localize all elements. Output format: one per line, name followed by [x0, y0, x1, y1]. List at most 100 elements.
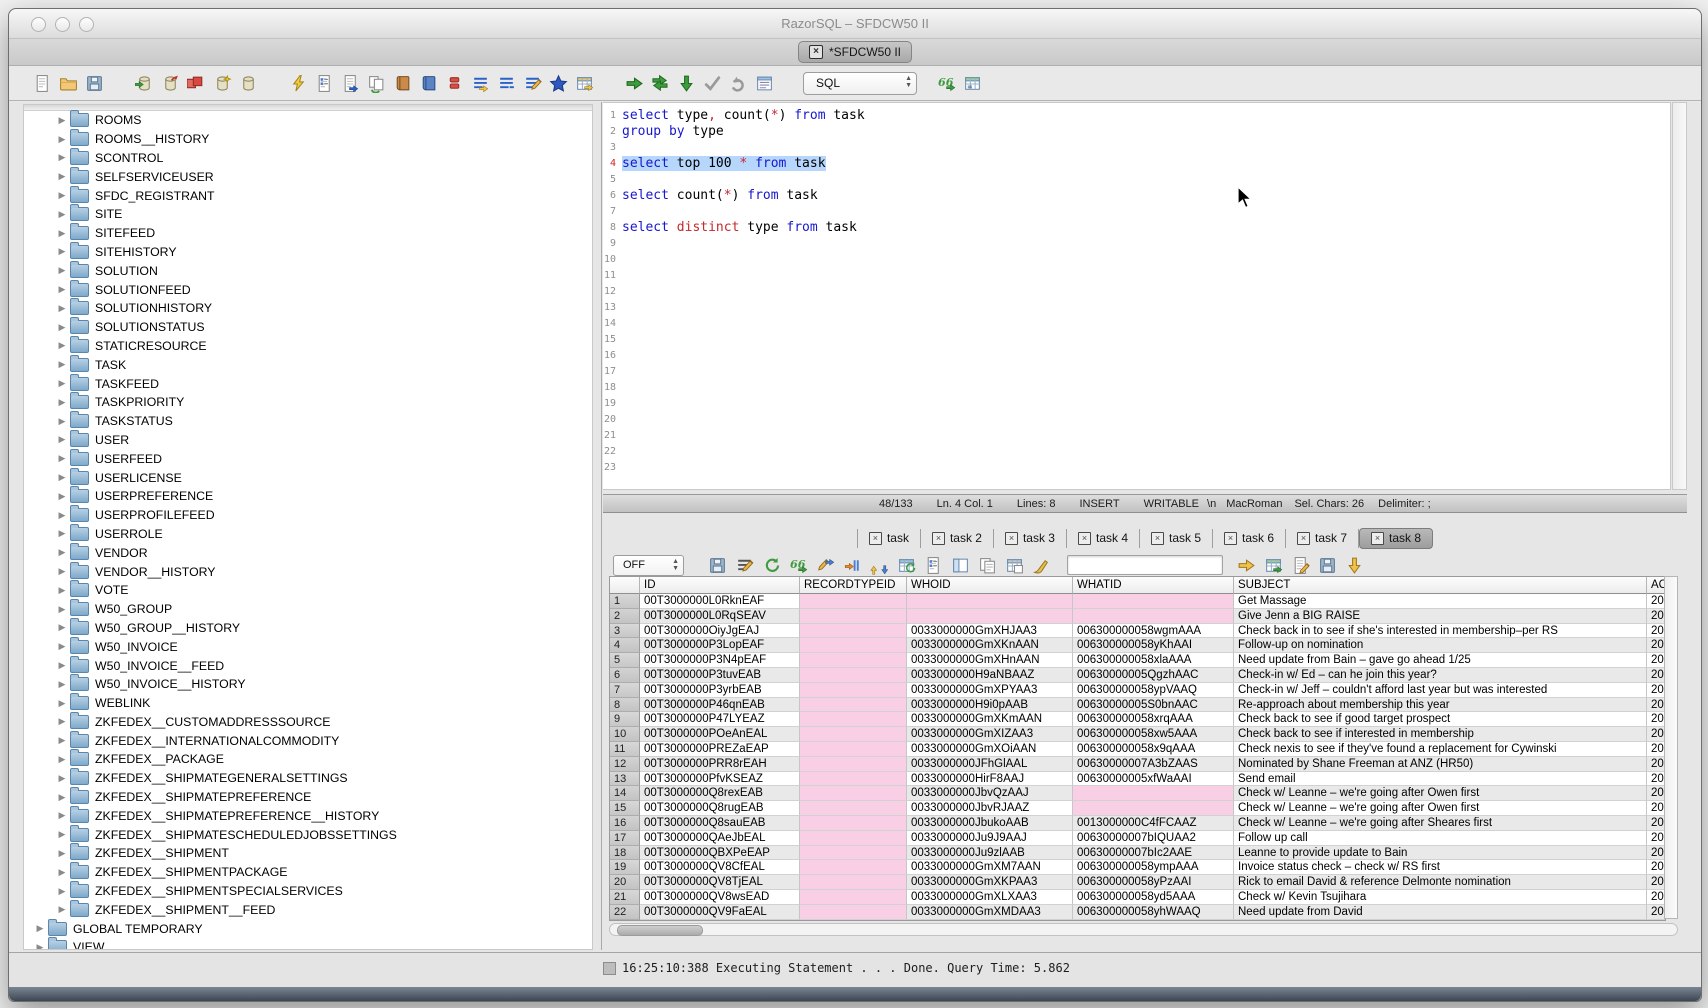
- disclosure-triangle-icon[interactable]: ▶: [54, 679, 70, 690]
- grid-row[interactable]: 900T3000000P47LYEAZ0033000000GmXKmAAN006…: [610, 712, 1665, 727]
- grid-cell[interactable]: 0033000000GmXMDAA3: [907, 905, 1073, 920]
- disclosure-triangle-icon[interactable]: ▶: [54, 378, 70, 389]
- column-list-icon[interactable]: [961, 71, 984, 95]
- grid-cell[interactable]: 00T3000000OiyJgEAJ: [640, 624, 800, 639]
- grid-cell[interactable]: 00T3000000P47LYEAZ: [640, 712, 800, 727]
- tree-item[interactable]: ▶W50_GROUP: [24, 600, 592, 619]
- disclosure-triangle-icon[interactable]: ▶: [54, 510, 70, 521]
- editor-vertical-scrollbar[interactable]: [1672, 102, 1687, 490]
- tree-item[interactable]: ▶GLOBAL TEMPORARY: [24, 919, 592, 938]
- grid-cell[interactable]: Need update from David: [1234, 905, 1647, 920]
- scrollbar-thumb[interactable]: [617, 925, 703, 936]
- tree-item[interactable]: ▶SELFSERVICEUSER: [24, 167, 592, 186]
- result-tab-close-icon[interactable]: ×: [932, 532, 945, 545]
- sql-editor[interactable]: 1select type, count(*) from task2group b…: [603, 102, 1671, 490]
- grid-cell[interactable]: [1073, 801, 1234, 816]
- grid-cell[interactable]: 200: [1647, 831, 1665, 846]
- grid-cell[interactable]: Check w/ Leanne – we're going after Owen…: [1234, 786, 1647, 801]
- editor-line[interactable]: 2group by type: [603, 124, 1670, 140]
- grid-cell[interactable]: 0013000000C4fFCAAZ: [1073, 816, 1234, 831]
- edit-cell-icon[interactable]: [814, 553, 837, 577]
- grid-cell[interactable]: 00630000005S0bnAAC: [1073, 698, 1234, 713]
- grid-cell[interactable]: 00T3000000PREZaEAP: [640, 742, 800, 757]
- grid-row[interactable]: 700T3000000P3yrbEAB0033000000GmXPYAA3006…: [610, 683, 1665, 698]
- grid-cell[interactable]: [800, 890, 907, 905]
- grid-cell[interactable]: Follow-up on nomination: [1234, 638, 1647, 653]
- editor-line[interactable]: 17: [603, 364, 1670, 380]
- result-tab-task[interactable]: ×task: [857, 529, 921, 548]
- result-tab-task-4[interactable]: ×task 4: [1067, 529, 1140, 548]
- favorites-icon[interactable]: [547, 71, 570, 95]
- split-view-icon[interactable]: [949, 553, 972, 577]
- grid-cell[interactable]: 006300000058ypVAAQ: [1073, 683, 1234, 698]
- grid-cell[interactable]: [800, 860, 907, 875]
- tree-item[interactable]: ▶ZKFEDEX__SHIPMENT__FEED: [24, 900, 592, 919]
- open-file-icon[interactable]: [57, 71, 80, 95]
- grid-cell[interactable]: 006300000058yKhAAI: [1073, 638, 1234, 653]
- grid-cell[interactable]: 00T3000000QAeJbEAL: [640, 831, 800, 846]
- tree-item[interactable]: ▶USERPROFILEFEED: [24, 506, 592, 525]
- grid-cell[interactable]: 0033000000Ju9J9AAJ: [907, 831, 1073, 846]
- grid-cell[interactable]: Check w/ Kevin Tsujihara: [1234, 890, 1647, 905]
- grid-cell[interactable]: 00T3000000QV8wsEAD: [640, 890, 800, 905]
- grid-cell[interactable]: 0033000000H9i0pAAB: [907, 698, 1073, 713]
- grid-cell[interactable]: 00630000005QgzhAAC: [1073, 668, 1234, 683]
- grid-cell[interactable]: Invoice status check – check w/ RS first: [1234, 860, 1647, 875]
- grid-cell[interactable]: [800, 653, 907, 668]
- tree-item[interactable]: ▶ZKFEDEX__PACKAGE: [24, 750, 592, 769]
- editor-line[interactable]: 1select type, count(*) from task: [603, 108, 1670, 124]
- grid-row[interactable]: 400T3000000P3LopEAF0033000000GmXKnAAN006…: [610, 638, 1665, 653]
- tree-item[interactable]: ▶TASKFEED: [24, 374, 592, 393]
- grid-cell[interactable]: 200: [1647, 638, 1665, 653]
- grid-cell[interactable]: 0033000000JbukoAAB: [907, 816, 1073, 831]
- editor-line[interactable]: 15: [603, 332, 1670, 348]
- grid-cell[interactable]: 006300000058yPzAAI: [1073, 875, 1234, 890]
- tree-item[interactable]: ▶ZKFEDEX__SHIPMENTPACKAGE: [24, 863, 592, 882]
- grid-cell[interactable]: 200: [1647, 698, 1665, 713]
- grid-cell[interactable]: Check back to see if good target prospec…: [1234, 712, 1647, 727]
- new-file-icon[interactable]: [31, 71, 54, 95]
- editor-line[interactable]: 8select distinct type from task: [603, 220, 1670, 236]
- grid-cell[interactable]: [800, 831, 907, 846]
- grid-row[interactable]: 1900T3000000QV8CfEAL0033000000GmXM7AAN00…: [610, 860, 1665, 875]
- grid-cell[interactable]: 200: [1647, 624, 1665, 639]
- grid-cell[interactable]: Send email: [1234, 772, 1647, 787]
- disclosure-triangle-icon[interactable]: ▶: [54, 190, 70, 201]
- grid-cell[interactable]: 00T3000000POeAnEAL: [640, 727, 800, 742]
- fetch-more-icon[interactable]: [1343, 553, 1366, 577]
- editor-line[interactable]: 13: [603, 300, 1670, 316]
- format-sql-icon[interactable]: [521, 71, 544, 95]
- edit-table-icon[interactable]: [573, 71, 596, 95]
- results-search-input[interactable]: [1067, 555, 1223, 575]
- result-tab-task-3[interactable]: ×task 3: [994, 529, 1067, 548]
- export-grid-icon[interactable]: [1262, 553, 1285, 577]
- editor-line[interactable]: 11: [603, 268, 1670, 284]
- grid-cell[interactable]: [907, 594, 1073, 609]
- grid-row[interactable]: 1100T3000000PREZaEAP0033000000GmXOiAAN00…: [610, 742, 1665, 757]
- column-header-SUBJECT[interactable]: SUBJECT: [1234, 577, 1647, 594]
- disclosure-triangle-icon[interactable]: ▶: [54, 566, 70, 577]
- disclosure-triangle-icon[interactable]: ▶: [54, 246, 70, 257]
- disclosure-triangle-icon[interactable]: ▶: [54, 453, 70, 464]
- rollback-icon[interactable]: [727, 71, 750, 95]
- tree-item[interactable]: ▶SCONTROL: [24, 149, 592, 168]
- disclosure-triangle-icon[interactable]: ▶: [54, 472, 70, 483]
- disclosure-triangle-icon[interactable]: ▶: [54, 754, 70, 765]
- column-chooser-icon[interactable]: [922, 553, 945, 577]
- grid-cell[interactable]: 00T3000000P46qnEAB: [640, 698, 800, 713]
- disclosure-triangle-icon[interactable]: ▶: [54, 792, 70, 803]
- disclosure-triangle-icon[interactable]: ▶: [32, 923, 48, 934]
- grid-horizontal-scrollbar[interactable]: [609, 923, 1678, 936]
- editor-line[interactable]: 18: [603, 380, 1670, 396]
- column-header-WHOID[interactable]: WHOID: [907, 577, 1073, 594]
- tree-item[interactable]: ▶VENDOR: [24, 543, 592, 562]
- disclosure-triangle-icon[interactable]: ▶: [54, 265, 70, 276]
- tree-item[interactable]: ▶SITEFEED: [24, 224, 592, 243]
- row-number-header[interactable]: [610, 577, 640, 594]
- grid-cell[interactable]: 00T3000000Q8sauEAB: [640, 816, 800, 831]
- grid-cell[interactable]: Check nexis to see if they've found a re…: [1234, 742, 1647, 757]
- grid-cell[interactable]: 006300000058yhWAAQ: [1073, 905, 1234, 920]
- reload-grid-icon[interactable]: [895, 553, 918, 577]
- grid-row[interactable]: 1600T3000000Q8sauEAB0033000000JbukoAAB00…: [610, 816, 1665, 831]
- grid-cell[interactable]: 00T3000000P3yrbEAB: [640, 683, 800, 698]
